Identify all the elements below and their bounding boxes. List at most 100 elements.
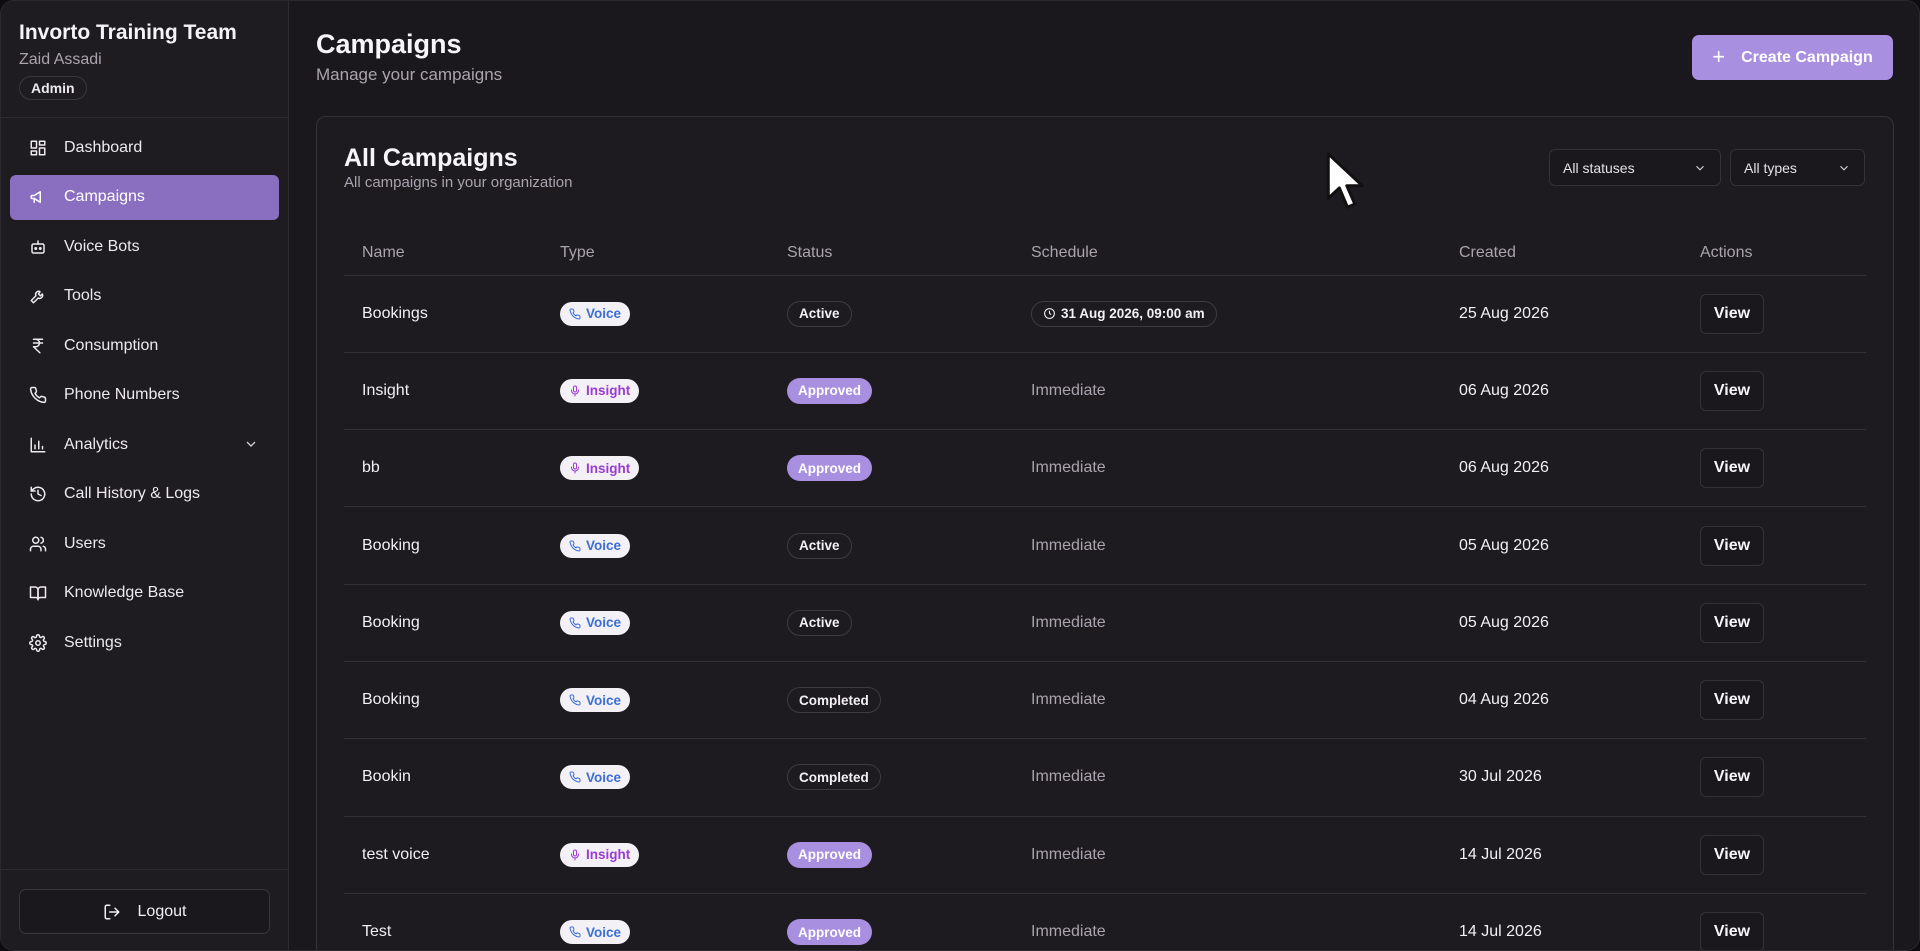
type-badge: Voice xyxy=(560,610,631,635)
type-badge: Insight xyxy=(560,456,640,481)
schedule-value: Immediate xyxy=(1031,459,1106,477)
campaign-name-cell: Booking xyxy=(344,506,542,585)
chevron-down-icon[interactable] xyxy=(243,436,259,452)
campaign-name: Insight xyxy=(362,381,410,399)
sidebar-divider xyxy=(1,869,288,870)
status-cell: Active xyxy=(769,584,1013,662)
sidebar-item-voice-bots[interactable]: Voice Bots xyxy=(10,224,279,269)
type-badge: Voice xyxy=(560,533,631,558)
type-label: Voice xyxy=(586,538,622,554)
actions-cell: View xyxy=(1682,893,1866,950)
sidebar-item-label: Call History & Logs xyxy=(64,485,201,502)
status-badge: Active xyxy=(787,300,852,327)
sidebar-item-consumption[interactable]: Consumption xyxy=(10,323,279,368)
status-cell: Completed xyxy=(769,738,1013,817)
schedule-value: 31 Aug 2026, 09:00 am xyxy=(1061,306,1205,322)
view-button[interactable]: View xyxy=(1700,912,1764,950)
created-date: 05 Aug 2026 xyxy=(1459,613,1549,631)
type-badge: Insight xyxy=(560,378,640,403)
sidebar: Invorto Training Team Zaid Assadi Admin … xyxy=(1,1,289,950)
bot-icon xyxy=(29,238,47,256)
schedule-cell: Immediate xyxy=(1013,584,1441,662)
table-row: bb Insight Approved Immediate 06 Aug 2026 Vie… xyxy=(344,429,1866,508)
sidebar-item-label: Voice Bots xyxy=(64,237,140,255)
schedule-badge: 31 Aug 2026, 09:00 am xyxy=(1031,300,1217,327)
schedule-cell: Immediate xyxy=(1013,661,1441,740)
type-badge: Voice xyxy=(560,688,631,713)
sidebar-item-knowledge-base[interactable]: Knowledge Base xyxy=(10,571,279,616)
created-cell: 30 Jul 2026 xyxy=(1441,738,1682,817)
phone-icon xyxy=(29,386,47,404)
campaign-name-cell: Bookin xyxy=(344,738,542,817)
type-label: Voice xyxy=(586,924,622,940)
type-cell: Voice xyxy=(542,661,769,740)
type-label: Voice xyxy=(586,692,622,708)
sidebar-item-dashboard[interactable]: Dashboard xyxy=(10,125,279,170)
type-label: Insight xyxy=(586,460,631,476)
logout-button[interactable]: Logout xyxy=(19,889,270,934)
role-badge: Admin xyxy=(19,76,87,100)
sidebar-item-phone-numbers[interactable]: Phone Numbers xyxy=(10,373,279,418)
view-button[interactable]: View xyxy=(1700,757,1764,798)
type-filter-select[interactable]: All types xyxy=(1730,149,1865,186)
view-button[interactable]: View xyxy=(1700,680,1764,721)
created-cell: 05 Aug 2026 xyxy=(1441,506,1682,585)
campaign-name: Booking xyxy=(362,613,420,631)
sidebar-item-users[interactable]: Users xyxy=(10,521,279,566)
view-button[interactable]: View xyxy=(1700,293,1764,334)
user-name: Zaid Assadi xyxy=(19,51,102,68)
created-cell: 04 Aug 2026 xyxy=(1441,661,1682,740)
column-header-name: Name xyxy=(344,232,542,276)
app-window: Invorto Training Team Zaid Assadi Admin … xyxy=(0,0,1920,951)
status-filter-select[interactable]: All statuses xyxy=(1549,149,1721,186)
create-campaign-button[interactable]: + Create Campaign xyxy=(1692,35,1893,80)
actions-cell: View xyxy=(1682,506,1866,585)
org-info: Invorto Training Team Zaid Assadi Admin xyxy=(19,21,237,100)
campaign-name-cell: Insight xyxy=(344,352,542,431)
sidebar-item-tools[interactable]: Tools xyxy=(10,274,279,319)
wrench-icon xyxy=(29,287,47,305)
created-cell: 06 Aug 2026 xyxy=(1441,352,1682,431)
status-badge: Approved xyxy=(787,377,873,404)
created-cell: 25 Aug 2026 xyxy=(1441,275,1682,353)
schedule-cell: Immediate xyxy=(1013,738,1441,817)
card-title: All Campaigns xyxy=(344,144,518,172)
status-badge: Active xyxy=(787,609,852,636)
created-date: 04 Aug 2026 xyxy=(1459,691,1549,709)
view-button[interactable]: View xyxy=(1700,370,1764,411)
table-header-row: Name Type Status Schedule Created Action… xyxy=(344,232,1866,276)
view-button[interactable]: View xyxy=(1700,525,1764,566)
sidebar-item-label: Settings xyxy=(64,633,122,651)
actions-cell: View xyxy=(1682,661,1866,740)
schedule-value: Immediate xyxy=(1031,536,1106,554)
view-button[interactable]: View xyxy=(1700,602,1764,643)
dashboard-icon xyxy=(29,139,47,157)
campaign-name-cell: Booking xyxy=(344,584,542,662)
created-cell: 14 Jul 2026 xyxy=(1441,893,1682,950)
view-button[interactable]: View xyxy=(1700,448,1764,489)
status-cell: Approved xyxy=(769,352,1013,431)
sidebar-item-analytics[interactable]: Analytics xyxy=(10,422,279,467)
schedule-value: Immediate xyxy=(1031,613,1106,631)
table-row: Bookin Voice Completed Immediate 30 Jul 2026… xyxy=(344,738,1866,817)
phone-icon xyxy=(569,694,581,706)
rupee-icon xyxy=(29,337,47,355)
sidebar-item-settings[interactable]: Settings xyxy=(10,620,279,665)
schedule-cell: 31 Aug 2026, 09:00 am xyxy=(1013,275,1441,353)
table-row: test voice Insight Approved Immediate 14 Jul… xyxy=(344,816,1866,894)
schedule-value: Immediate xyxy=(1031,381,1106,399)
view-button[interactable]: View xyxy=(1700,834,1764,875)
chevron-down-icon xyxy=(1696,165,1704,171)
sidebar-item-call-history-logs[interactable]: Call History & Logs xyxy=(10,472,279,517)
schedule-cell: Immediate xyxy=(1013,429,1441,508)
phone-icon xyxy=(569,617,581,629)
table-row: Bookings Voice Active 31 Aug 2026, 09:00 am… xyxy=(344,275,1866,353)
book-icon xyxy=(29,584,47,602)
sidebar-item-campaigns[interactable]: Campaigns xyxy=(10,174,279,220)
type-badge: Insight xyxy=(560,842,640,867)
campaign-name-cell: Bookings xyxy=(344,275,542,353)
created-cell: 05 Aug 2026 xyxy=(1441,584,1682,662)
campaign-name: Booking xyxy=(362,536,420,554)
logout-label: Logout xyxy=(137,902,187,920)
actions-cell: View xyxy=(1682,738,1866,817)
